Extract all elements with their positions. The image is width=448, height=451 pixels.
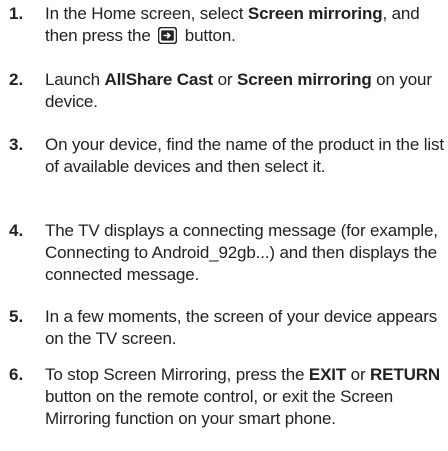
screen-mirroring-term: Screen mirroring	[237, 70, 372, 89]
step-text: Launch AllShare Cast or Screen mirroring…	[45, 70, 432, 111]
step-text: In the Home screen, select Screen mirror…	[45, 4, 420, 45]
step-number: 1.	[9, 4, 24, 23]
screen-mirroring-term: Screen mirroring	[247, 4, 383, 23]
allshare-cast-term: AllShare Cast	[104, 70, 214, 89]
step-number: 2.	[9, 70, 24, 89]
source-button-icon	[158, 27, 178, 44]
step-text: In a few moments, the screen of your dev…	[45, 307, 438, 348]
exit-button-term: EXIT	[308, 365, 347, 384]
step-text: To stop Screen Mirroring, press the EXIT…	[45, 365, 440, 428]
instruction-steps: 1. In the Home screen, select Screen mir…	[0, 0, 448, 451]
step-number: 4.	[9, 221, 24, 240]
step-text: On your device, find the name of the pro…	[45, 135, 444, 176]
step-number: 3.	[9, 135, 24, 154]
step-number: 6.	[9, 365, 24, 384]
step-text: The TV displays a connecting message (fo…	[45, 221, 438, 284]
return-button-term: RETURN	[370, 365, 440, 384]
step-number: 5.	[9, 307, 24, 326]
